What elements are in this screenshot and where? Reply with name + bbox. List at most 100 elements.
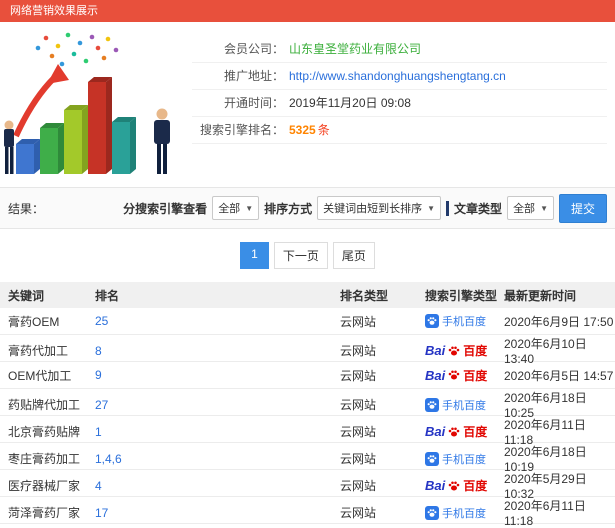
- engine-filter-select[interactable]: 全部 ▼: [212, 196, 260, 220]
- col-header-rank-type: 排名类型: [340, 288, 389, 303]
- engine-cell: Bai 百度: [425, 423, 504, 440]
- baidu-latin: Bai: [425, 424, 446, 439]
- chevron-down-icon: ▼: [540, 203, 548, 213]
- page-current[interactable]: 1: [240, 242, 269, 269]
- table-row: 药贴牌代加工 27 云网站 手机百度 2020年6月18日 10:25: [0, 389, 615, 420]
- sort-filter-value: 关键词由短到长排序: [323, 203, 423, 215]
- table-row: 膏药代加工 8 云网站 Bai 百度 2020年6月10日 13:40: [0, 335, 615, 366]
- page-header: 网络营销效果展示: [0, 0, 615, 22]
- update-time-cell: 2020年6月10日 13:40: [504, 337, 587, 366]
- open-time-row: 开通时间： 2019年11月20日 09:08: [192, 90, 607, 117]
- rank-type-cell: 云网站: [340, 452, 377, 466]
- col-header-keyword: 关键词: [8, 288, 45, 303]
- mobile-baidu-paw-icon: [425, 314, 439, 328]
- baidu-latin: Bai: [425, 343, 446, 358]
- baidu-paw-icon: [448, 345, 460, 357]
- rank-type-cell: 云网站: [340, 506, 377, 520]
- rank-count-row: 搜索引擎排名： 5325 条: [192, 117, 607, 144]
- chevron-down-icon: ▼: [427, 203, 436, 213]
- separator-bar: [446, 200, 450, 216]
- engine-cell: Bai 百度: [425, 477, 504, 494]
- next-page-button[interactable]: 下一页: [273, 242, 328, 269]
- baidu-cn-label: 百度: [463, 344, 488, 358]
- engine-baidu: Bai 百度: [425, 342, 487, 359]
- open-time-value: 2019年11月20日 09:08: [289, 96, 411, 110]
- rank-count-label: 搜索引擎排名：: [199, 123, 284, 137]
- rank-link[interactable]: 9: [95, 368, 102, 382]
- member-company-label: 会员公司：: [223, 42, 284, 56]
- mobile-baidu-paw-icon: [425, 397, 439, 412]
- rank-link[interactable]: 1,4,6: [95, 452, 122, 466]
- table-row: OEM代加工 9 云网站 Bai 百度 2020年6月5日 14:57: [0, 362, 615, 389]
- submit-button[interactable]: 提交: [558, 193, 607, 223]
- engine-cell: 手机百度: [425, 313, 504, 329]
- rank-link[interactable]: 17: [95, 506, 108, 520]
- promo-url-link[interactable]: http://www.shandonghuangshengtang.cn: [289, 63, 506, 89]
- pagination: 1 下一页 尾页: [0, 242, 615, 269]
- sort-filter-label: 排序方式: [264, 201, 313, 216]
- table-row: 膏药OEM 25 云网站 手机百度 2020年6月9日 17:50: [0, 308, 615, 335]
- article-type-select[interactable]: 全部 ▼: [507, 196, 554, 220]
- engine-filter-label: 分搜索引擎查看: [123, 201, 208, 216]
- mobile-baidu-label: 手机百度: [442, 316, 486, 328]
- page-title: 网络营销效果展示: [10, 5, 98, 17]
- engine-filter-value: 全部: [218, 203, 241, 215]
- rank-type-cell: 云网站: [340, 368, 377, 383]
- keyword-cell: 菏泽膏药厂家: [8, 506, 81, 520]
- growth-chart-image: [2, 28, 192, 185]
- bars: [16, 77, 136, 174]
- baidu-cn-label: 百度: [463, 368, 488, 383]
- update-time-cell: 2020年6月11日 11:18: [504, 499, 586, 528]
- engine-baidu: Bai 百度: [425, 367, 487, 384]
- article-type-label: 文章类型: [454, 201, 503, 216]
- rank-type-cell: 云网站: [340, 314, 377, 329]
- last-page-button[interactable]: 尾页: [332, 242, 375, 269]
- engine-cell: 手机百度: [425, 451, 504, 467]
- member-company-row: 会员公司： 山东皇圣堂药业有限公司: [192, 36, 607, 63]
- member-company-value: 山东皇圣堂药业有限公司: [289, 42, 422, 56]
- update-time-cell: 2020年6月5日 14:57: [504, 368, 614, 383]
- col-header-rank: 排名: [95, 288, 120, 303]
- rank-link[interactable]: 27: [95, 398, 108, 412]
- mobile-baidu-label: 手机百度: [442, 507, 486, 520]
- mobile-baidu-paw-icon: [425, 505, 439, 520]
- rank-type-cell: 云网站: [340, 398, 377, 412]
- sort-filter-select[interactable]: 关键词由短到长排序 ▼: [317, 196, 442, 220]
- table-row: 医疗器械厂家 4 云网站 Bai 百度 2020年5月29日 10:32: [0, 470, 615, 501]
- keyword-cell: 枣庄膏药加工: [8, 452, 81, 466]
- businessman-right-figure: [154, 108, 170, 174]
- baidu-paw-icon: [448, 369, 460, 381]
- keyword-cell: 药贴牌代加工: [8, 398, 81, 412]
- mobile-baidu-label: 手机百度: [442, 453, 486, 466]
- open-time-label: 开通时间：: [223, 96, 284, 110]
- mobile-baidu-label: 手机百度: [442, 399, 486, 412]
- engine-mobile-baidu: 手机百度: [425, 505, 486, 521]
- article-type-value: 全部: [513, 203, 536, 215]
- member-info-fields: 会员公司： 山东皇圣堂药业有限公司 推广地址： http://www.shand…: [192, 36, 607, 185]
- engine-baidu: Bai 百度: [425, 423, 487, 440]
- baidu-cn-label: 百度: [463, 479, 488, 493]
- keyword-cell: 医疗器械厂家: [8, 479, 81, 493]
- engine-mobile-baidu: 手机百度: [425, 451, 486, 467]
- rank-link[interactable]: 4: [95, 479, 102, 493]
- rank-link[interactable]: 25: [95, 314, 108, 328]
- rank-link[interactable]: 8: [95, 344, 102, 358]
- keyword-cell: 膏药OEM: [8, 314, 60, 329]
- info-section: 会员公司： 山东皇圣堂药业有限公司 推广地址： http://www.shand…: [0, 22, 615, 187]
- rank-link[interactable]: 1: [95, 425, 102, 439]
- engine-cell: 手机百度: [425, 397, 504, 413]
- keyword-cell: OEM代加工: [8, 368, 72, 383]
- mobile-baidu-paw-icon: [425, 451, 439, 466]
- promo-url-label: 推广地址：: [223, 69, 284, 83]
- results-table: 关键词 排名 排名类型 搜索引擎类型 最新更新时间 膏药OEM 25 云网站 手…: [0, 282, 615, 528]
- rank-type-cell: 云网站: [340, 425, 377, 439]
- table-row: 北京膏药贴牌 1 云网站 Bai 百度 2020年6月11日 11:18: [0, 416, 615, 447]
- businessman-left-figure: [4, 120, 14, 174]
- rank-count-unit: 条: [317, 123, 330, 137]
- baidu-latin: Bai: [425, 367, 446, 383]
- engine-cell: Bai 百度: [425, 342, 504, 359]
- engine-baidu: Bai 百度: [425, 477, 487, 494]
- baidu-cn-label: 百度: [463, 425, 488, 439]
- table-header-row: 关键词 排名 排名类型 搜索引擎类型 最新更新时间: [0, 282, 615, 308]
- engine-cell: Bai 百度: [425, 367, 504, 384]
